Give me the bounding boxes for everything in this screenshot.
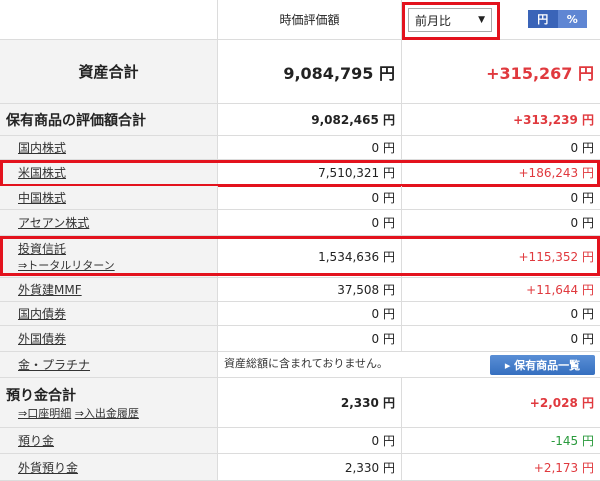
row-value: 0 円 [218,210,402,235]
row-value: 0 円 [218,428,402,453]
holdings-total-change: +313,239 円 [513,113,594,127]
row-change: 0 円 [570,332,594,346]
total-assets-label: 資産合計 [0,40,218,103]
total-assets-row: 資産合計 9,084,795 円 +315,267 円 [0,40,600,104]
header-row: 時価評価額 [0,0,600,40]
highlight-box-us-stock [0,160,600,187]
row-link-gold-platinum[interactable]: 金・プラチナ [18,356,90,373]
deposits-total-change: +2,028 円 [529,396,594,410]
holdings-total-value: 9,082,465 円 [218,104,402,135]
row-change: +2,173 円 [533,460,594,475]
toggle-yen-button[interactable]: 円 [528,10,558,28]
deposits-total-label: 預り金合計 [6,387,76,404]
row-value: 2,330 円 [218,454,402,480]
row-change: 0 円 [570,141,594,155]
highlight-box-investment-trust [0,236,600,276]
table-row: 中国株式 0 円 0 円 [0,186,600,210]
deposits-total-row: 預り金合計 ⇒口座明細 ⇒入出金履歴 2,330 円 +2,028 円 [0,378,600,428]
table-row: 国内債券 0 円 0 円 [0,302,600,326]
row-link-foreign-bond[interactable]: 外国債券 [18,330,66,347]
row-value: 0 円 [218,326,402,351]
table-row: アセアン株式 0 円 0 円 [0,210,600,236]
row-change: 0 円 [570,191,594,205]
table-row: 国内株式 0 円 0 円 [0,136,600,160]
table-row: 外貨建MMF 37,508 円 +11,644 円 [0,278,600,302]
row-link-foreign-deposit[interactable]: 外貨預り金 [18,459,78,476]
row-change: 0 円 [570,307,594,321]
row-link-foreign-mmf[interactable]: 外貨建MMF [18,281,82,298]
row-link-domestic-bond[interactable]: 国内債券 [18,305,66,322]
highlight-box-select [402,2,500,40]
row-value: 0 円 [218,186,402,209]
row-value: 0 円 [218,302,402,325]
toggle-percent-button[interactable]: % [557,10,587,28]
row-value: 0 円 [218,136,402,159]
not-included-notice: 資産総額に含まれておりません。 [224,357,389,370]
row-change: +11,644 円 [526,283,594,297]
total-assets-value: 9,084,795 円 [218,40,402,103]
table-row: 外国債券 0 円 0 円 [0,326,600,352]
row-value: 37,508 円 [218,278,402,301]
row-link-asean-stock[interactable]: アセアン株式 [18,214,89,231]
account-details-link[interactable]: ⇒口座明細 [18,407,71,420]
holdings-list-button[interactable]: ▸ 保有商品一覧 [490,355,595,375]
table-row: 外貨預り金 2,330 円 +2,173 円 [0,454,600,481]
deposit-history-link[interactable]: ⇒入出金履歴 [75,407,139,420]
deposits-total-value: 2,330 円 [218,378,402,427]
holdings-total-row: 保有商品の評価額合計 9,082,465 円 +313,239 円 [0,104,600,136]
unit-toggle: 円 % [528,10,587,28]
total-assets-change: +315,267 円 [486,63,594,83]
table-row: 預り金 0 円 -145 円 [0,428,600,454]
row-link-china-stock[interactable]: 中国株式 [18,189,66,206]
header-empty-cell [0,0,218,39]
holdings-total-label: 保有商品の評価額合計 [0,104,218,135]
col-header-value: 時価評価額 [218,0,402,39]
row-change: -145 円 [550,434,594,448]
row-change: 0 円 [570,216,594,230]
row-link-deposit[interactable]: 預り金 [18,432,54,449]
row-link-domestic-stock[interactable]: 国内株式 [18,139,66,156]
